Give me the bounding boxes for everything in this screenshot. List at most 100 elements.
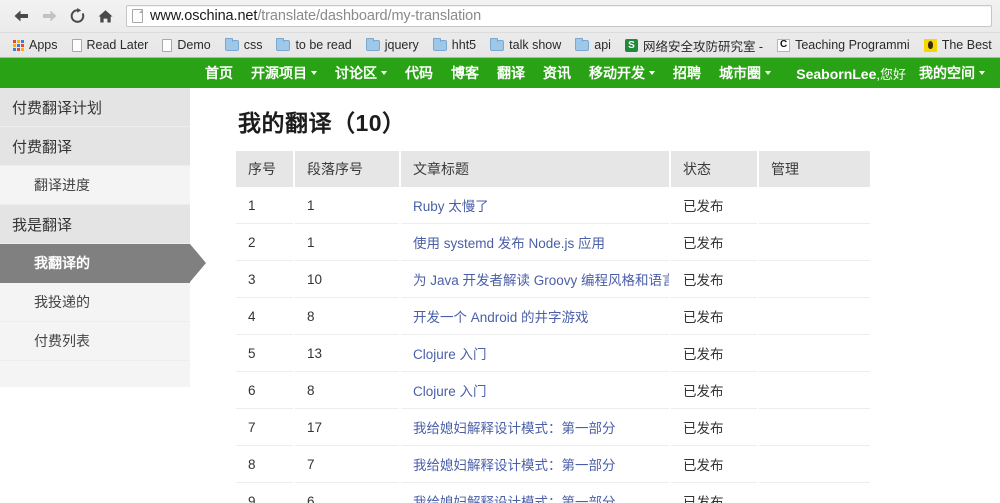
cell-title: 我给媳妇解释设计模式：第一部分	[400, 482, 671, 503]
sidebar: 付费翻译计划 付费翻译 翻译进度 我是翻译 我翻译的 我投递的 付费列表	[0, 88, 206, 387]
sidebar-item-paid-translation[interactable]: 付费翻译	[0, 127, 190, 166]
cell-manage	[758, 260, 870, 298]
sidebar-item-paid-list[interactable]: 付费列表	[0, 322, 190, 361]
bookmark-css[interactable]: css	[218, 35, 270, 56]
document-icon	[162, 38, 173, 52]
cell-paragraph: 8	[294, 371, 401, 409]
bookmark-security-lab[interactable]: 网络安全攻防研究室 -	[618, 35, 770, 56]
sidebar-item-label: 付费列表	[34, 333, 90, 349]
active-pointer-icon	[190, 244, 206, 282]
bookmark-jquery[interactable]: jquery	[359, 35, 426, 56]
table-row: 8 7 我给媳妇解释设计模式：第一部分 已发布	[236, 445, 870, 483]
table-body: 1 1 Ruby 太慢了 已发布 2 1 使用 systemd 发布 Node.…	[236, 187, 870, 503]
nav-item-mobile-dev[interactable]: 移动开发	[580, 66, 664, 80]
table-row: 7 17 我给媳妇解释设计模式：第一部分 已发布	[236, 408, 870, 446]
article-title-link[interactable]: 使用 systemd 发布 Node.js 应用	[413, 236, 605, 251]
nav-item-home[interactable]: 首页	[196, 66, 242, 80]
main-content: 我的翻译（10） 序号 段落序号 文章标题 状态 管理 1 1 Ruby 太慢了…	[236, 88, 876, 503]
nav-item-my-space[interactable]: 我的空间	[910, 66, 994, 80]
cell-status: 已发布	[670, 223, 759, 261]
greeting-text: ,您好	[876, 66, 906, 82]
article-title-link[interactable]: 我给媳妇解释设计模式：第一部分	[413, 495, 616, 503]
sidebar-item-translation-progress[interactable]: 翻译进度	[0, 166, 190, 205]
cell-manage	[758, 187, 870, 224]
cell-status: 已发布	[670, 445, 759, 483]
home-icon[interactable]	[92, 3, 118, 29]
bookmark-teaching-programming[interactable]: C Teaching Programmi	[770, 35, 917, 56]
nav-item-jobs[interactable]: 招聘	[664, 66, 710, 80]
user-greeting[interactable]: SeabornLee,您好	[792, 64, 910, 83]
article-title-link[interactable]: 我给媳妇解释设计模式：第一部分	[413, 458, 616, 473]
chevron-down-icon	[765, 71, 771, 75]
bookmark-hht5[interactable]: hht5	[426, 35, 483, 56]
nav-label: 我的空间	[919, 65, 975, 81]
cell-status: 已发布	[670, 482, 759, 503]
bookmark-label: to be read	[295, 38, 352, 52]
bookmark-apps[interactable]: Apps	[6, 35, 65, 56]
bookmark-label: Teaching Programmi	[795, 38, 910, 52]
bookmark-label: jquery	[384, 38, 419, 52]
cell-paragraph: 17	[294, 408, 401, 446]
nav-label: 招聘	[673, 65, 701, 81]
cell-index: 2	[236, 223, 295, 261]
cell-paragraph: 1	[294, 187, 401, 224]
bookmark-talk-show[interactable]: talk show	[483, 35, 568, 56]
nav-label: 讨论区	[335, 65, 377, 81]
browser-toolbar: www.oschina.net/translate/dashboard/my-t…	[0, 0, 1000, 32]
cell-manage	[758, 445, 870, 483]
table-header-row: 序号 段落序号 文章标题 状态 管理	[236, 151, 870, 187]
article-title-link[interactable]: Clojure 入门	[413, 384, 487, 399]
sidebar-item-label: 翻译进度	[34, 177, 90, 193]
article-title-link[interactable]: Ruby 太慢了	[413, 199, 489, 214]
cell-manage	[758, 408, 870, 446]
bookmarks-bar: Apps Read Later Demo css to be read jque…	[0, 32, 1000, 57]
nav-item-blog[interactable]: 博客	[442, 66, 488, 80]
bookmark-read-later[interactable]: Read Later	[65, 35, 156, 56]
article-title-link[interactable]: 为 Java 开发者解读 Groovy 编程风格和语言特性	[413, 273, 668, 288]
cell-title: 为 Java 开发者解读 Groovy 编程风格和语言特性	[400, 260, 671, 298]
column-header-manage[interactable]: 管理	[758, 151, 870, 187]
nav-item-translate[interactable]: 翻译	[488, 66, 534, 80]
article-title-link[interactable]: Clojure 入门	[413, 347, 487, 362]
back-arrow-icon[interactable]	[8, 3, 34, 29]
bookmark-the-best[interactable]: The Best	[917, 35, 999, 56]
address-bar[interactable]: www.oschina.net/translate/dashboard/my-t…	[126, 5, 992, 27]
letter-c-favicon: C	[777, 38, 791, 52]
cell-index: 7	[236, 408, 295, 446]
sidebar-item-i-am-translator[interactable]: 我是翻译	[0, 205, 190, 244]
sidebar-item-my-translations[interactable]: 我翻译的	[0, 244, 206, 283]
url-path: /translate/dashboard/my-translation	[257, 8, 482, 24]
nav-item-opensource-projects[interactable]: 开源项目	[242, 66, 326, 80]
cell-paragraph: 6	[294, 482, 401, 503]
bookmark-api[interactable]: api	[568, 35, 618, 56]
url-text: www.oschina.net/translate/dashboard/my-t…	[150, 8, 481, 24]
folder-icon	[276, 37, 291, 51]
sidebar-item-label: 我翻译的	[34, 255, 90, 271]
nav-item-news[interactable]: 资讯	[534, 66, 580, 80]
table-row: 6 8 Clojure 入门 已发布	[236, 371, 870, 409]
cell-title: Clojure 入门	[400, 371, 671, 409]
nav-item-city-circle[interactable]: 城市圈	[710, 66, 780, 80]
chevron-down-icon	[311, 71, 317, 75]
article-title-link[interactable]: 我给媳妇解释设计模式：第一部分	[413, 421, 616, 436]
column-header-paragraph[interactable]: 段落序号	[294, 151, 401, 187]
bookmark-demo[interactable]: Demo	[155, 35, 217, 56]
cell-manage	[758, 223, 870, 261]
column-header-title[interactable]: 文章标题	[400, 151, 671, 187]
sidebar-item-paid-translation-plan[interactable]: 付费翻译计划	[0, 88, 190, 127]
column-header-status[interactable]: 状态	[670, 151, 759, 187]
cell-paragraph: 1	[294, 223, 401, 261]
table-row: 3 10 为 Java 开发者解读 Groovy 编程风格和语言特性 已发布	[236, 260, 870, 298]
bookmark-to-be-read[interactable]: to be read	[269, 35, 358, 56]
nav-item-code[interactable]: 代码	[396, 66, 442, 80]
cell-status: 已发布	[670, 260, 759, 298]
reload-icon[interactable]	[64, 3, 90, 29]
article-title-link[interactable]: 开发一个 Android 的井字游戏	[413, 310, 589, 325]
nav-label: 资讯	[543, 65, 571, 81]
table-head: 序号 段落序号 文章标题 状态 管理	[236, 151, 870, 187]
site-navigation-bar: 首页 开源项目 讨论区 代码 博客 翻译 资讯 移动开发 招聘 城市圈 Seab…	[0, 58, 1000, 88]
sidebar-item-my-submissions[interactable]: 我投递的	[0, 283, 190, 322]
nav-item-discussion[interactable]: 讨论区	[326, 66, 396, 80]
bookmark-label: 网络安全攻防研究室 -	[642, 39, 764, 54]
column-header-index[interactable]: 序号	[236, 151, 295, 187]
